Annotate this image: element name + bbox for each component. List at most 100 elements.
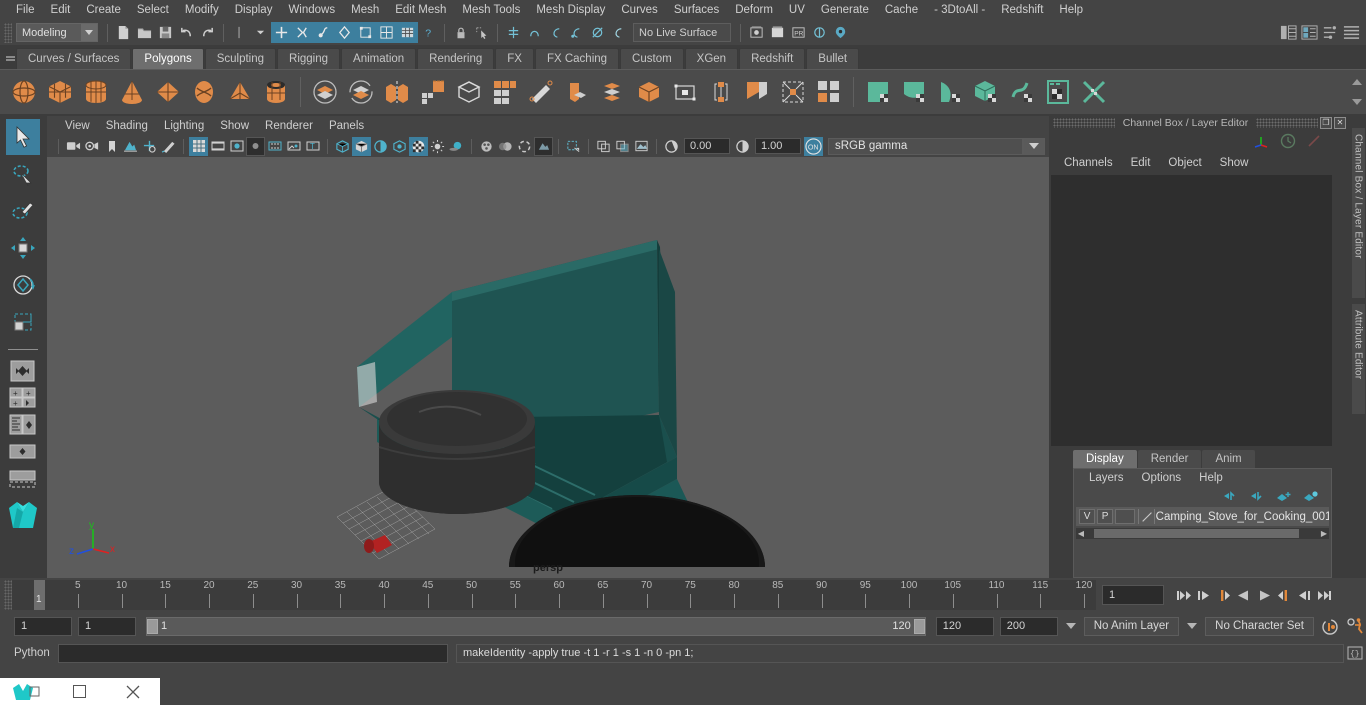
viewport-menu-shading[interactable]: Shading (98, 119, 156, 133)
sidebar-toggle-icon[interactable] (1341, 22, 1362, 43)
step-back-frame-icon[interactable] (1214, 584, 1234, 606)
menu-item-redshift[interactable]: Redshift (993, 2, 1051, 18)
pen-icon[interactable] (1306, 133, 1322, 152)
component-lines-icon[interactable] (355, 22, 376, 43)
component-uvs-icon[interactable] (397, 22, 418, 43)
isolate-select-icon[interactable] (564, 137, 583, 156)
layer-menu-layers[interactable]: Layers (1080, 472, 1133, 484)
redo-icon[interactable] (197, 22, 218, 43)
undo-icon[interactable] (176, 22, 197, 43)
menu-item-cache[interactable]: Cache (877, 2, 926, 18)
shelf-tab-xgen[interactable]: XGen (684, 48, 739, 69)
scroll-right-icon[interactable]: ▶ (1319, 529, 1329, 538)
layer-tab-render[interactable]: Render (1137, 450, 1202, 468)
vertical-tab-attribute-editor[interactable]: Attribute Editor (1351, 304, 1365, 414)
component-faces-icon[interactable] (376, 22, 397, 43)
menu-item-3dtoall[interactable]: - 3DtoAll - (926, 2, 993, 18)
menu-item-windows[interactable]: Windows (280, 2, 343, 18)
depth-of-field-icon[interactable] (534, 136, 553, 156)
play-backwards-icon[interactable] (1234, 584, 1254, 606)
app-icon[interactable] (0, 678, 53, 705)
poly-torus-icon[interactable] (186, 73, 222, 111)
lasso-select-tool[interactable] (6, 156, 40, 192)
layer-name[interactable]: Camping_Stove_for_Cooking_001_lay (1156, 511, 1329, 523)
snap-view-plane-icon[interactable] (587, 22, 608, 43)
xray-active-components-icon[interactable] (632, 137, 651, 156)
new-scene-icon[interactable] (113, 22, 134, 43)
color-space-field[interactable]: sRGB gamma (828, 137, 1023, 155)
gamma-field[interactable]: 1.00 (755, 138, 801, 154)
step-forward-frame-icon[interactable] (1274, 584, 1294, 606)
new-layer-icon[interactable] (1276, 490, 1292, 505)
shelf-tab-fx[interactable]: FX (495, 48, 534, 69)
select-by-component-icon[interactable] (313, 22, 334, 43)
layer-color-swatch[interactable] (1140, 510, 1154, 524)
move-layer-up-icon[interactable] (1222, 490, 1238, 505)
anim-start-field[interactable]: 1 (78, 616, 136, 636)
paint-select-tool[interactable] (6, 193, 40, 229)
poly-sphere-icon[interactable] (6, 73, 42, 111)
undock-icon[interactable]: ❐ (1320, 116, 1332, 129)
safe-action-icon[interactable] (284, 137, 303, 156)
transfer-attributes-icon[interactable] (811, 73, 847, 111)
four-view-layout-icon[interactable]: + + + (6, 385, 40, 411)
channel-menu-show[interactable]: Show (1211, 156, 1258, 170)
range-end-field[interactable]: 200 (999, 616, 1058, 636)
sidebar-attribute-icon[interactable] (1278, 22, 1299, 43)
chevron-down-icon[interactable] (1023, 137, 1045, 155)
uv-planar-icon[interactable] (896, 73, 932, 111)
menu-item-edit-mesh[interactable]: Edit Mesh (387, 2, 454, 18)
menu-item-uv[interactable]: UV (781, 2, 813, 18)
play-forwards-icon[interactable] (1254, 584, 1274, 606)
menu-item-curves[interactable]: Curves (613, 2, 665, 18)
menu-item-mesh-display[interactable]: Mesh Display (528, 2, 613, 18)
command-input[interactable] (58, 643, 448, 663)
time-slider-ticks[interactable]: 1 5 10 15 20 25 30 35 40 45 50 55 60 65 70 75 80 85 90 95 1… (12, 580, 1096, 610)
uv-automatic-icon[interactable] (1004, 73, 1040, 111)
axis-display-icon[interactable] (1252, 133, 1270, 152)
layer-row[interactable]: VP Camping_Stove_for_Cooking_001_lay (1076, 507, 1329, 526)
range-slider-bar[interactable]: 1 120 (146, 616, 926, 636)
field-chart-icon[interactable] (265, 137, 284, 156)
menu-item-edit[interactable]: Edit (43, 2, 79, 18)
clock-icon[interactable] (1280, 133, 1296, 152)
channel-box-list[interactable] (1051, 175, 1332, 446)
channel-menu-edit[interactable]: Edit (1122, 156, 1160, 170)
selection-mask-dropdown-icon[interactable] (250, 22, 271, 43)
exposure-icon[interactable] (662, 137, 681, 156)
persp-outliner-layout-icon[interactable] (6, 412, 40, 438)
bridge-icon[interactable] (487, 73, 523, 111)
textured-icon[interactable] (409, 136, 428, 156)
exposure-field[interactable]: 0.00 (684, 138, 730, 154)
gamma-icon[interactable] (733, 137, 752, 156)
resolution-gate-icon[interactable] (227, 137, 246, 156)
select-help-icon[interactable]: ? (418, 22, 439, 43)
mirror-icon[interactable] (379, 73, 415, 111)
sculpt-icon[interactable] (631, 73, 667, 111)
poly-plane-icon[interactable] (150, 73, 186, 111)
uv-cylindrical-icon[interactable] (932, 73, 968, 111)
hypergraph-layout-icon[interactable] (6, 439, 40, 465)
viewport-menu-view[interactable]: View (57, 119, 98, 133)
single-perspective-view-icon[interactable] (6, 358, 40, 384)
panel-grip-left[interactable] (1053, 117, 1115, 128)
command-language-label[interactable]: Python (14, 647, 58, 659)
extrude-icon[interactable] (415, 73, 451, 111)
move-tool[interactable] (6, 230, 40, 266)
layer-type-toggle[interactable] (1115, 509, 1135, 524)
two-d-pan-zoom-icon[interactable] (140, 137, 159, 156)
menu-item-display[interactable]: Display (227, 2, 281, 18)
save-scene-icon[interactable] (155, 22, 176, 43)
select-by-hierarchy-icon[interactable] (271, 22, 292, 43)
layer-visibility-toggle[interactable]: V (1079, 509, 1096, 524)
scroll-left-icon[interactable]: ◀ (1076, 529, 1086, 538)
wireframe-icon[interactable] (333, 137, 352, 156)
poly-pipe-icon[interactable] (258, 73, 294, 111)
animation-preferences-icon[interactable] (1346, 615, 1366, 637)
layer-menu-options[interactable]: Options (1133, 472, 1191, 484)
poly-cone-icon[interactable] (114, 73, 150, 111)
snap-projected-icon[interactable] (566, 22, 587, 43)
xray-joints-icon[interactable] (613, 137, 632, 156)
anim-end-field[interactable]: 120 (935, 616, 994, 636)
restore-icon[interactable] (53, 678, 106, 705)
